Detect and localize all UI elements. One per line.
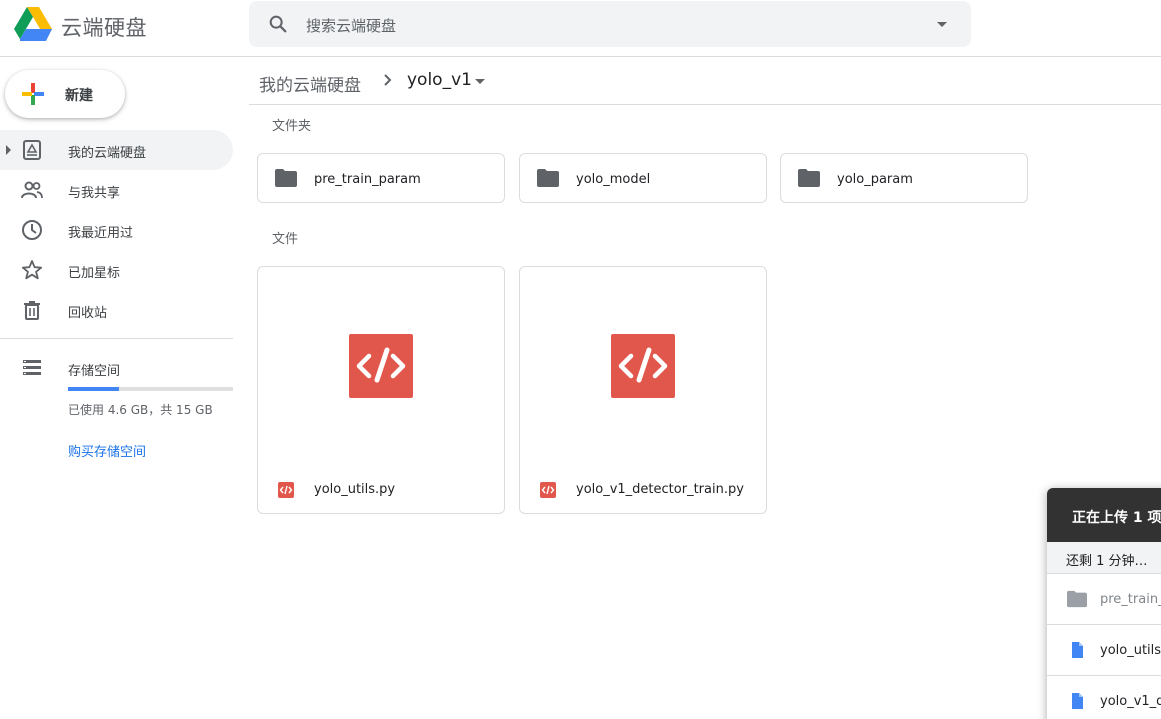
upload-progress-panel: 正在上传 1 项 还剩 1 分钟… pre_train_param yolo_u… bbox=[1047, 488, 1161, 719]
expand-arrow-icon[interactable] bbox=[6, 145, 11, 155]
folder-name: pre_train_param bbox=[314, 172, 421, 187]
search-options-icon[interactable] bbox=[937, 22, 947, 27]
upload-item[interactable]: yolo_v1_detector_train.py bbox=[1047, 676, 1161, 719]
file-icon bbox=[1072, 693, 1083, 709]
code-file-preview-icon bbox=[349, 334, 413, 398]
sidebar-item-label: 回收站 bbox=[68, 306, 108, 321]
folder-icon bbox=[798, 169, 820, 187]
storage-label[interactable]: 存储空间 bbox=[68, 360, 120, 379]
sidebar-item-label: 已加星标 bbox=[68, 266, 121, 281]
folder-card[interactable]: yolo_param bbox=[780, 153, 1028, 203]
top-bar: 云端硬盘 搜索云端硬盘 bbox=[0, 0, 1161, 57]
sidebar-item-shared-with-me[interactable]: 与我共享 bbox=[0, 170, 233, 210]
upload-status-bar: 还剩 1 分钟… bbox=[1047, 542, 1161, 574]
sidebar-item-recent[interactable]: 我最近用过 bbox=[0, 210, 233, 250]
sidebar-nav: 我的云端硬盘 与我共享 我最近用过 已加星标 回收站 bbox=[0, 130, 233, 330]
upload-panel-header[interactable]: 正在上传 1 项 bbox=[1047, 488, 1161, 542]
upload-item[interactable]: yolo_utils.py bbox=[1047, 625, 1161, 676]
new-button[interactable]: 新建 bbox=[5, 70, 125, 118]
folder-icon bbox=[275, 169, 297, 187]
file-name: yolo_v1_detector_train.py bbox=[576, 482, 744, 497]
file-card[interactable]: yolo_v1_detector_train.py bbox=[519, 266, 767, 514]
shared-people-icon bbox=[21, 181, 43, 199]
code-file-preview-icon bbox=[611, 334, 675, 398]
folder-name: yolo_param bbox=[837, 172, 913, 187]
upload-title: 正在上传 1 项 bbox=[1072, 510, 1161, 526]
folder-name: yolo_model bbox=[576, 172, 651, 187]
file-name: yolo_utils.py bbox=[314, 482, 396, 497]
upload-item-name: yolo_utils.py bbox=[1100, 643, 1161, 658]
file-icon bbox=[1072, 642, 1083, 658]
code-file-icon bbox=[278, 482, 294, 498]
trash-icon bbox=[24, 301, 40, 320]
sidebar-item-label: 我的云端硬盘 bbox=[68, 146, 147, 161]
drive-logo-icon[interactable] bbox=[14, 7, 52, 41]
chevron-down-icon[interactable] bbox=[475, 79, 485, 84]
code-file-icon bbox=[540, 482, 556, 498]
files-section-label: 文件 bbox=[272, 232, 299, 247]
my-drive-icon bbox=[23, 140, 41, 160]
star-icon bbox=[21, 260, 43, 280]
sidebar-item-trash[interactable]: 回收站 bbox=[0, 290, 233, 330]
new-button-label: 新建 bbox=[65, 88, 93, 104]
upload-item[interactable]: pre_train_param bbox=[1047, 574, 1161, 625]
upload-item-name: pre_train_param bbox=[1100, 592, 1161, 607]
drive-app: 云端硬盘 搜索云端硬盘 新建 我的云端硬盘 与我共享 我最近用过 已加星标 回收… bbox=[0, 0, 1161, 719]
breadcrumb: 我的云端硬盘 yolo_v1 bbox=[249, 57, 1161, 105]
folders-section-label: 文件夹 bbox=[272, 119, 312, 134]
sidebar-item-label: 我最近用过 bbox=[68, 226, 134, 241]
breadcrumb-current[interactable]: yolo_v1 bbox=[407, 70, 472, 90]
folder-card[interactable]: pre_train_param bbox=[257, 153, 505, 203]
storage-icon bbox=[23, 360, 41, 375]
sidebar-item-starred[interactable]: 已加星标 bbox=[0, 250, 233, 290]
buy-storage-link[interactable]: 购买存储空间 bbox=[68, 441, 146, 460]
clock-icon bbox=[22, 220, 42, 240]
storage-progress-bar bbox=[68, 387, 233, 391]
folder-icon bbox=[537, 169, 559, 187]
upload-item-name: yolo_v1_detector_train.py bbox=[1100, 694, 1161, 709]
app-title[interactable]: 云端硬盘 bbox=[61, 12, 147, 42]
sidebar-divider bbox=[0, 338, 233, 339]
folder-icon bbox=[1067, 590, 1087, 608]
storage-progress-fill bbox=[68, 387, 119, 391]
folder-card[interactable]: yolo_model bbox=[519, 153, 767, 203]
upload-time-remaining: 还剩 1 分钟… bbox=[1066, 554, 1148, 569]
storage-usage-text: 已使用 4.6 GB，共 15 GB bbox=[68, 403, 213, 417]
file-card[interactable]: yolo_utils.py bbox=[257, 266, 505, 514]
breadcrumb-root[interactable]: 我的云端硬盘 bbox=[259, 71, 361, 96]
plus-icon bbox=[22, 83, 44, 105]
chevron-right-icon bbox=[384, 74, 392, 86]
search-icon[interactable] bbox=[267, 13, 289, 35]
search-input[interactable]: 搜索云端硬盘 bbox=[306, 15, 396, 36]
sidebar-item-label: 与我共享 bbox=[68, 186, 121, 201]
sidebar-item-my-drive[interactable]: 我的云端硬盘 bbox=[0, 130, 233, 170]
search-bar[interactable]: 搜索云端硬盘 bbox=[249, 1, 971, 47]
